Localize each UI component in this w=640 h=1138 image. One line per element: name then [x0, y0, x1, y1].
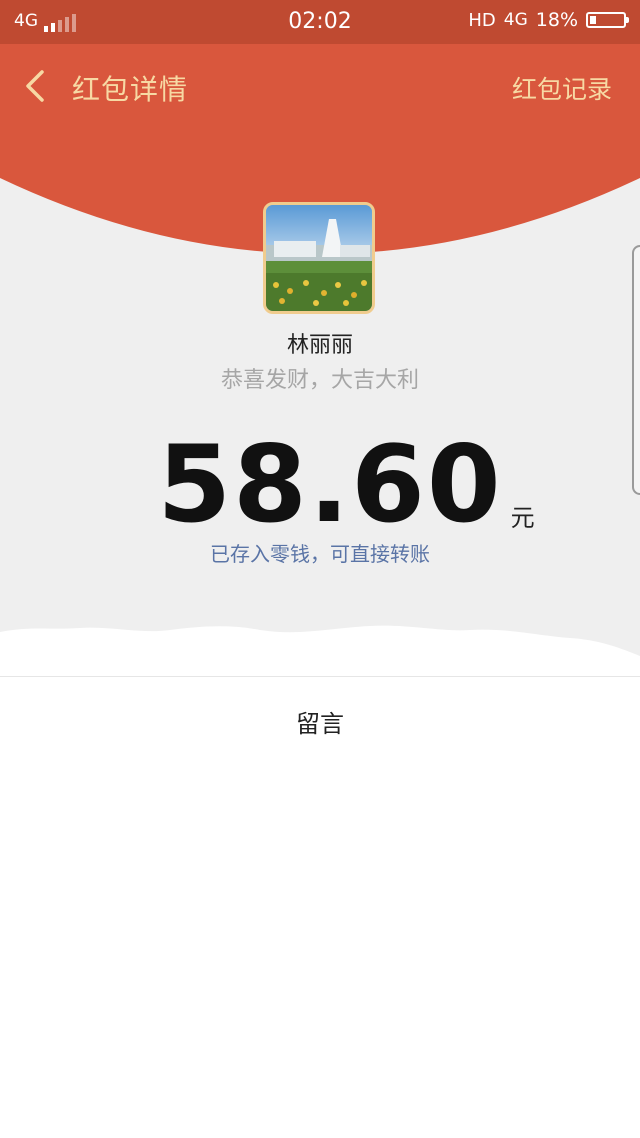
status-bar: 4G 02:02 HD 4G 18%	[0, 0, 640, 44]
edge-panel-handle[interactable]	[632, 245, 640, 495]
back-button[interactable]	[18, 66, 54, 106]
network-type-right: 4G	[503, 10, 528, 30]
red-packet-detail-screen: 4G 02:02 HD 4G 18% 红包详情 红包记录 林丽丽 恭喜发财，大吉…	[0, 0, 640, 1138]
sender-name: 林丽丽	[286, 333, 353, 358]
greeting-message: 恭喜发财，大吉大利	[220, 368, 419, 393]
torn-paper-edge	[0, 625, 640, 678]
hd-indicator: HD	[468, 9, 496, 31]
packet-amount: 58.60	[157, 423, 503, 546]
section-divider	[0, 676, 640, 677]
battery-icon	[586, 12, 629, 28]
page-title: 红包详情	[72, 73, 189, 106]
chevron-left-icon	[26, 70, 44, 102]
message-section-label[interactable]: 留言	[0, 704, 640, 739]
amount-row: 58.60 元	[0, 425, 640, 545]
red-packet-records-link[interactable]: 红包记录	[512, 70, 612, 106]
avatar-photo	[266, 205, 372, 311]
status-right: HD 4G 18%	[468, 9, 629, 31]
sender-avatar[interactable]	[263, 202, 375, 314]
battery-percent: 18%	[535, 9, 578, 31]
currency-unit: 元	[510, 504, 535, 532]
deposit-note-link[interactable]: 已存入零钱，可直接转账	[0, 538, 640, 567]
battery-fill	[590, 16, 596, 24]
